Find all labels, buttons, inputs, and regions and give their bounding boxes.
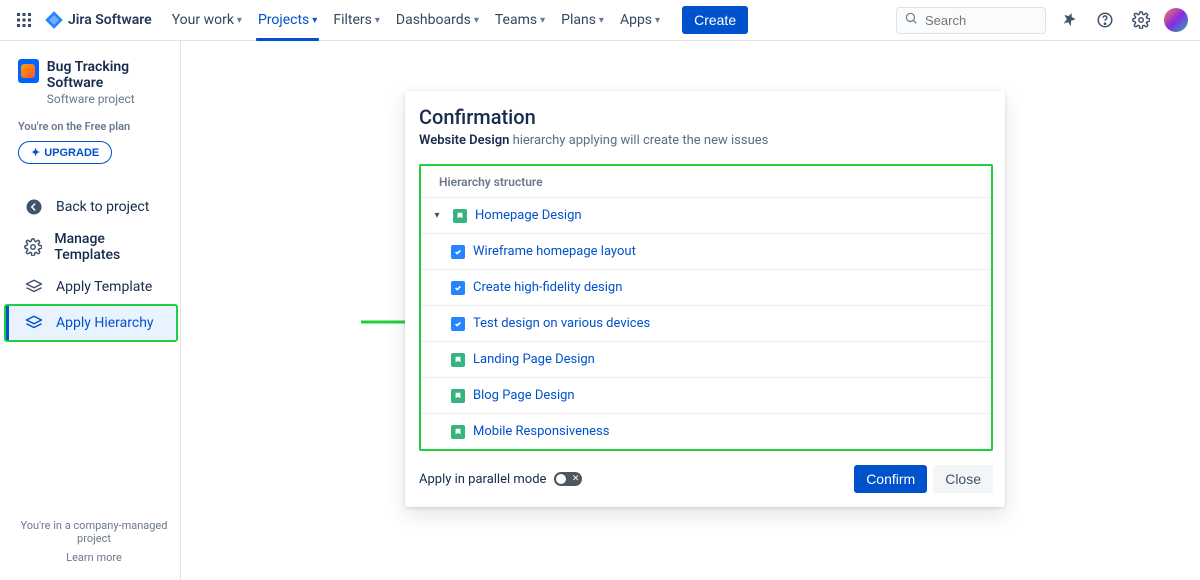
sidebar-item-apply-hierarchy[interactable]: Apply Hierarchy: [4, 304, 178, 342]
nav-apps[interactable]: Apps▾: [612, 0, 668, 40]
search-input[interactable]: [896, 7, 1046, 34]
jira-logo[interactable]: Jira Software: [44, 10, 152, 30]
sidebar-footer-note: You're in a company-managed project: [21, 519, 168, 545]
expand-caret-icon[interactable]: ▾: [429, 210, 445, 221]
settings-icon[interactable]: [1128, 7, 1154, 33]
issue-link[interactable]: Landing Page Design: [473, 352, 595, 367]
confirmation-panel: Confirmation Website Design hierarchy ap…: [405, 91, 1005, 507]
chevron-down-icon: ▾: [312, 15, 317, 26]
task-icon: [451, 281, 465, 295]
hierarchy-row[interactable]: Mobile Responsiveness: [421, 413, 991, 449]
issue-link[interactable]: Blog Page Design: [473, 388, 575, 403]
nav-your-work[interactable]: Your work▾: [164, 0, 250, 40]
profile-avatar[interactable]: [1164, 8, 1188, 32]
panel-title: Confirmation: [419, 105, 993, 129]
hierarchy-row[interactable]: Wireframe homepage layout: [421, 233, 991, 269]
help-icon[interactable]: [1092, 7, 1118, 33]
hierarchy-row[interactable]: Create high-fidelity design: [421, 269, 991, 305]
issue-link[interactable]: Mobile Responsiveness: [473, 424, 609, 439]
close-button[interactable]: Close: [933, 465, 993, 493]
create-button[interactable]: Create: [682, 6, 748, 34]
project-icon: [18, 59, 39, 83]
story-icon: [451, 389, 465, 403]
hierarchy-structure-box: Hierarchy structure ▾ Homepage Design Wire…: [419, 164, 993, 451]
story-icon: [451, 353, 465, 367]
hierarchy-row[interactable]: Test design on various devices: [421, 305, 991, 341]
issue-link[interactable]: Wireframe homepage layout: [473, 244, 636, 259]
nav-item-label: Apps: [620, 12, 652, 28]
issue-link[interactable]: Create high-fidelity design: [473, 280, 622, 295]
nav-plans[interactable]: Plans▾: [553, 0, 612, 40]
nav-item-label: Projects: [258, 12, 309, 28]
app-switcher-icon[interactable]: [12, 8, 36, 32]
upgrade-button[interactable]: ✦ UPGRADE: [18, 141, 112, 164]
upgrade-icon: ✦: [31, 146, 40, 159]
issue-link[interactable]: Test design on various devices: [473, 316, 650, 331]
nav-item-label: Dashboards: [396, 12, 471, 28]
project-name: Bug Tracking Software: [47, 59, 170, 91]
nav-filters[interactable]: Filters▾: [325, 0, 388, 40]
chevron-down-icon: ▾: [540, 15, 545, 26]
nav-item-label: Your work: [172, 12, 234, 28]
hierarchy-row[interactable]: Landing Page Design: [421, 341, 991, 377]
layers-icon: [24, 277, 44, 297]
nav-item-label: Filters: [333, 12, 372, 28]
chevron-down-icon: ▾: [474, 15, 479, 26]
parallel-mode-label: Apply in parallel mode: [419, 472, 546, 487]
sidebar-item-back-to-project[interactable]: Back to project: [18, 190, 170, 224]
hierarchy-row[interactable]: ▾ Homepage Design: [421, 197, 991, 233]
sidebar-item-apply-template[interactable]: Apply Template: [18, 270, 170, 304]
project-type: Software project: [47, 92, 170, 106]
subtitle-suffix: hierarchy applying will create the new i…: [509, 133, 768, 148]
chevron-down-icon: ▾: [237, 15, 242, 26]
sidebar-item-manage-templates[interactable]: Manage Templates: [18, 224, 170, 270]
chevron-down-icon: ▾: [655, 15, 660, 26]
upgrade-label: UPGRADE: [44, 147, 99, 159]
template-name: Website Design: [419, 133, 509, 148]
sidebar-item-label: Apply Template: [56, 279, 152, 295]
parallel-mode-toggle[interactable]: ✕: [554, 472, 582, 486]
sidebar-item-label: Back to project: [56, 199, 149, 215]
task-icon: [451, 317, 465, 331]
nav-item-label: Teams: [495, 12, 537, 28]
sidebar-item-label: Manage Templates: [54, 231, 164, 263]
logo-text: Jira Software: [68, 12, 152, 28]
search-icon: [904, 11, 918, 29]
nav-dashboards[interactable]: Dashboards▾: [388, 0, 487, 40]
nav-teams[interactable]: Teams▾: [487, 0, 553, 40]
back-icon: [24, 197, 44, 217]
chevron-down-icon: ▾: [599, 15, 604, 26]
hierarchy-row[interactable]: Blog Page Design: [421, 377, 991, 413]
hierarchy-structure-heading: Hierarchy structure: [421, 166, 991, 197]
plan-note: You're on the Free plan: [18, 120, 170, 133]
panel-subtitle: Website Design hierarchy applying will c…: [419, 133, 993, 148]
learn-more-link[interactable]: Learn more: [18, 551, 170, 564]
notifications-icon[interactable]: [1056, 7, 1082, 33]
layers-icon: [24, 313, 44, 333]
chevron-down-icon: ▾: [375, 15, 380, 26]
story-icon: [453, 209, 467, 223]
gear-icon: [24, 237, 42, 257]
sidebar-item-label: Apply Hierarchy: [56, 315, 154, 331]
issue-link[interactable]: Homepage Design: [475, 208, 582, 223]
nav-projects[interactable]: Projects▾: [250, 0, 325, 40]
nav-item-label: Plans: [561, 12, 596, 28]
story-icon: [451, 425, 465, 439]
task-icon: [451, 245, 465, 259]
confirm-button[interactable]: Confirm: [854, 465, 927, 493]
